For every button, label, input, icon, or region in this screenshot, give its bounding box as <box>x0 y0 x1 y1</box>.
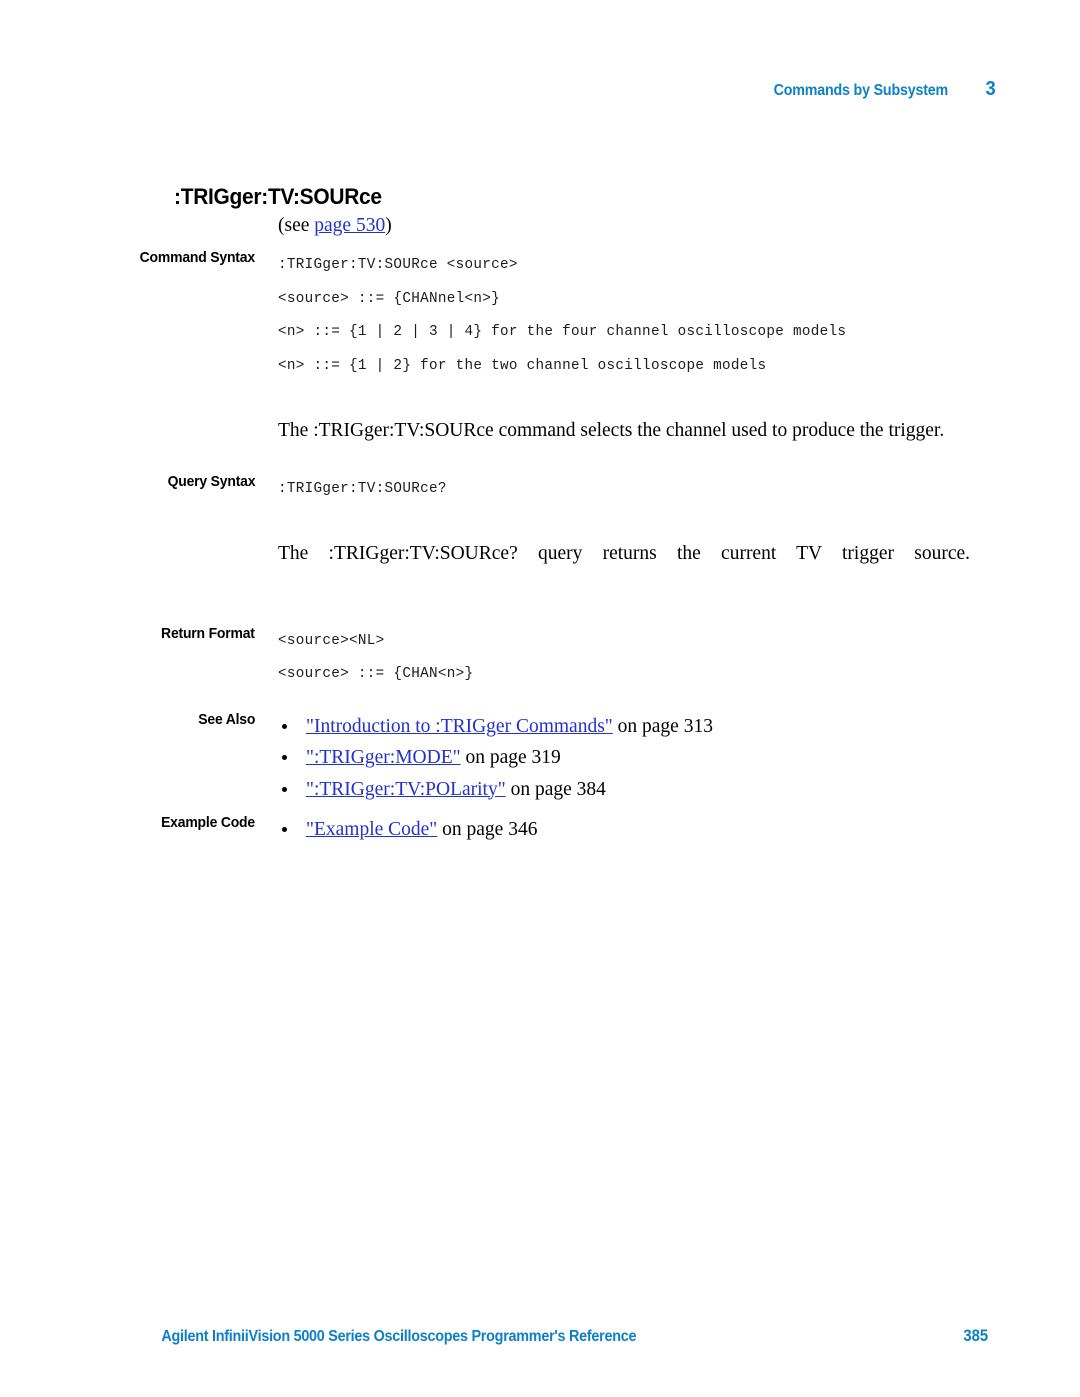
see-also-row: See Also "Introduction to :TRIGger Comma… <box>0 711 1080 806</box>
list-item: ":TRIGger:TV:POLarity" on page 384 <box>278 774 970 806</box>
example-code-label-text: Example Code <box>161 814 255 831</box>
command-syntax-label-text: Command Syntax <box>139 249 255 266</box>
bullet-icon <box>282 827 287 832</box>
command-syntax-label: Command Syntax <box>0 249 255 266</box>
see-also-label-text: See Also <box>198 710 255 728</box>
list-item: "Introduction to :TRIGger Commands" on p… <box>278 711 970 743</box>
running-header: Commands by Subsystem 3 <box>0 78 1080 108</box>
example-code-row: Example Code "Example Code" on page 346 <box>0 814 1080 846</box>
running-header-title: Commands by Subsystem <box>773 82 949 99</box>
see-also-link[interactable]: ":TRIGger:MODE" <box>306 747 461 768</box>
see-page-row: (see page 530) <box>0 212 1080 240</box>
see-prefix-text: (see <box>278 215 315 236</box>
return-format-row: Return Format <source><NL> <source> ::= … <box>0 625 1080 692</box>
bullet-icon <box>282 755 287 760</box>
example-code-page-ref: on page 346 <box>437 819 538 840</box>
page-title: :TRIGger:TV:SOURce <box>174 184 382 210</box>
query-syntax-label-text: Query Syntax <box>167 473 255 490</box>
command-syntax-line-1: :TRIGger:TV:SOURce <source> <box>278 257 518 273</box>
command-description-row: The :TRIGger:TV:SOURce command selects t… <box>0 397 1080 464</box>
see-also-page-ref: on page 384 <box>505 778 606 800</box>
see-also-list: "Introduction to :TRIGger Commands" on p… <box>278 711 970 806</box>
page-footer: Agilent InfiniiVision 5000 Series Oscill… <box>0 1327 1080 1355</box>
see-also-page-ref: on page 313 <box>612 715 713 737</box>
list-item: "Example Code" on page 346 <box>278 814 970 846</box>
command-syntax-line-3: <n> ::= {1 | 2 | 3 | 4} for the four cha… <box>278 324 847 340</box>
see-also-page-ref: on page 319 <box>460 747 561 768</box>
query-syntax-label: Query Syntax <box>0 473 255 490</box>
see-page-link[interactable]: page 530 <box>314 215 385 236</box>
command-syntax-line-4: <n> ::= {1 | 2} for the two channel osci… <box>278 357 767 374</box>
see-also-link[interactable]: ":TRIGger:TV:POLarity" <box>306 779 506 800</box>
command-syntax-row: Command Syntax :TRIGger:TV:SOURce <sourc… <box>0 249 1080 383</box>
command-description-text: The :TRIGger:TV:SOURce command selects t… <box>278 419 945 441</box>
example-code-label: Example Code <box>0 814 255 831</box>
footer-page-number: 385 <box>963 1327 989 1345</box>
list-item: ":TRIGger:MODE" on page 319 <box>278 742 970 774</box>
bullet-icon <box>282 723 287 729</box>
see-page-line: (see page 530) <box>278 212 970 240</box>
query-syntax-line-1: :TRIGger:TV:SOURce? <box>278 481 447 497</box>
see-suffix-text: ) <box>385 215 392 236</box>
running-header-chapter-number: 3 <box>985 78 996 100</box>
query-syntax-row: Query Syntax :TRIGger:TV:SOURce? <box>0 473 1080 507</box>
footer-document-title: Agilent InfiniiVision 5000 Series Oscill… <box>161 1328 637 1345</box>
query-description-row: The :TRIGger:TV:SOURce? query returns th… <box>0 521 1080 616</box>
document-body: (see page 530) Command Syntax :TRIGger:T… <box>0 212 1080 846</box>
document-page: Commands by Subsystem 3 :TRIGger:TV:SOUR… <box>0 0 1080 1397</box>
query-description-text: The :TRIGger:TV:SOURce? query returns th… <box>278 543 970 564</box>
return-format-line-1: <source><NL> <box>278 632 385 649</box>
see-also-label: See Also <box>0 711 255 728</box>
return-format-line-2: <source> ::= {CHAN<n>} <box>278 666 474 682</box>
return-format-label: Return Format <box>0 625 255 642</box>
command-syntax-line-2: <source> ::= {CHANnel<n>} <box>278 290 500 307</box>
example-code-list: "Example Code" on page 346 <box>278 814 970 846</box>
see-also-link[interactable]: "Introduction to :TRIGger Commands" <box>306 716 613 737</box>
return-format-label-text: Return Format <box>161 624 255 642</box>
example-code-link[interactable]: "Example Code" <box>306 819 437 840</box>
bullet-icon <box>282 786 287 792</box>
